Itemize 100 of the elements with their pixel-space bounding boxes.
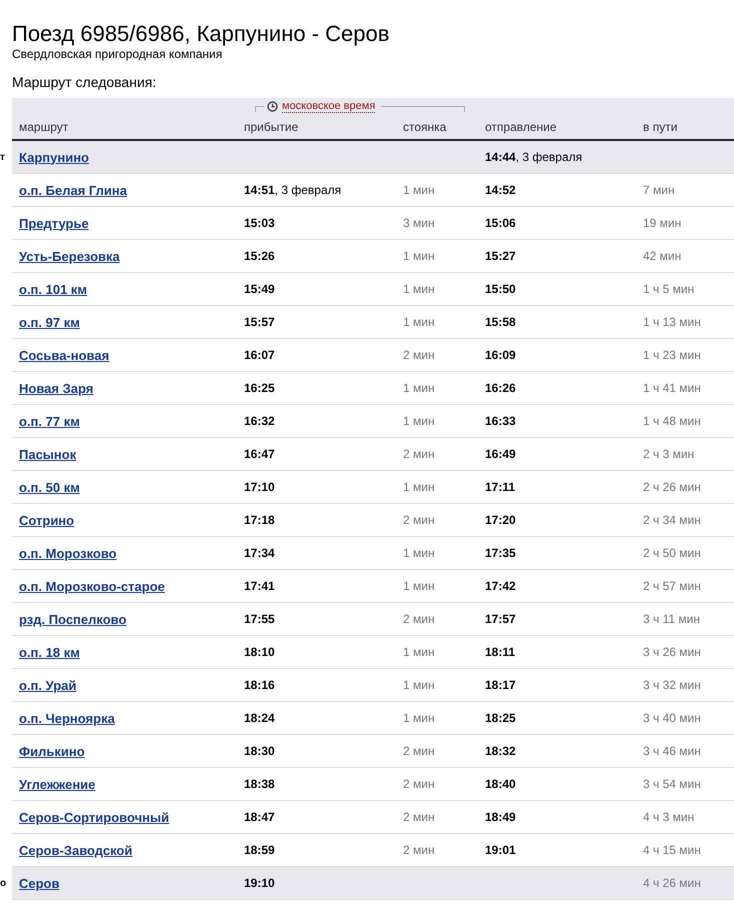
station-link[interactable]: Филькино xyxy=(19,744,85,758)
arrival-time: 19:10 xyxy=(244,876,275,890)
column-header: стоянка xyxy=(402,120,446,134)
stop-duration: 2 мин xyxy=(403,744,435,758)
stop-duration: 2 мин xyxy=(403,513,435,527)
stop-duration: 1 мин xyxy=(403,678,435,692)
stop-duration: 1 мин xyxy=(403,315,435,329)
departure-time: 17:57 xyxy=(485,612,516,626)
column-header: прибытие xyxy=(243,120,298,134)
travel-time: 3 ч 40 мин xyxy=(643,711,701,725)
stop-duration: 1 мин xyxy=(403,579,435,593)
travel-time: 4 ч 15 мин xyxy=(643,843,701,857)
arrival-time: 16:07 xyxy=(244,348,275,362)
stop-duration: 1 мин xyxy=(403,414,435,428)
departure-time: 17:11 xyxy=(485,480,516,494)
travel-time: 7 мин xyxy=(643,183,675,197)
station-link[interactable]: о.п. Морозково-старое xyxy=(19,578,165,594)
arrival-time: 16:25 xyxy=(244,381,275,395)
station-link[interactable]: Сосьва-новая xyxy=(19,348,110,362)
station-link[interactable]: о.п. 97 км xyxy=(19,314,80,330)
arrival-time: 17:18 xyxy=(244,513,275,527)
station-link[interactable]: Усть-Березовка xyxy=(19,248,120,264)
travel-time: 3 ч 26 мин xyxy=(643,645,701,659)
stop-duration: 1 мин xyxy=(403,546,435,560)
departure-time: 15:06 xyxy=(485,216,516,230)
arrival-time: 18:59 xyxy=(244,843,275,857)
travel-time: 2 ч 3 мин xyxy=(643,447,694,461)
station-link[interactable]: Серов-Заводской xyxy=(19,842,132,858)
station-link[interactable]: Предтурье xyxy=(19,216,89,230)
arrival-time: 18:38 xyxy=(244,777,275,791)
station-link[interactable]: Пасынок xyxy=(19,446,76,462)
travel-time: 3 ч 11 мин xyxy=(643,612,700,626)
column-header: маршрут xyxy=(18,120,68,134)
travel-time: 4 ч 26 мин xyxy=(643,876,701,890)
arrival-time: 16:32 xyxy=(244,414,275,428)
travel-time: 4 ч 3 мин xyxy=(643,810,694,824)
station-link[interactable]: о.п. Морозково xyxy=(19,546,117,560)
arrival-time: 17:34 xyxy=(244,546,275,560)
departure-time: 16:09 xyxy=(485,348,516,362)
travel-time: 3 ч 32 мин xyxy=(643,678,701,692)
column-header: в пути xyxy=(642,120,678,134)
station-link[interactable]: Серов-Сортировочный xyxy=(19,810,170,824)
travel-time: 19 мин xyxy=(643,216,682,230)
departure-time: 15:58 xyxy=(485,315,516,329)
travel-time: 2 ч 34 мин xyxy=(643,513,701,527)
stop-duration: 1 мин xyxy=(403,249,435,263)
departure-time: 18:11 xyxy=(485,645,516,659)
stop-duration: 1 мин xyxy=(403,381,435,395)
stop-duration: 2 мин xyxy=(403,612,435,626)
travel-time: 2 ч 26 мин xyxy=(643,480,701,494)
station-link[interactable]: о.п. 101 км xyxy=(19,282,88,296)
travel-time: 1 ч 23 мин xyxy=(643,348,701,362)
page-title: Поезд 6985/6986, Карпунино - Серов xyxy=(11,20,390,47)
station-link[interactable]: о.п. 50 км xyxy=(19,480,80,494)
stop-duration: 1 мин xyxy=(403,711,435,725)
arrival-time: 15:57 xyxy=(244,315,275,329)
travel-time: 3 ч 46 мин xyxy=(643,744,701,758)
station-link[interactable]: о.п. Белая Глина xyxy=(19,182,127,198)
departure-time: 18:32 xyxy=(485,744,516,758)
departure-time: 17:20 xyxy=(485,513,516,527)
station-link[interactable]: Сотрино xyxy=(19,512,74,528)
arrival-time: 17:41 xyxy=(244,579,275,593)
station-link[interactable]: о.п. 77 км xyxy=(19,414,80,428)
travel-time: 1 ч 13 мин xyxy=(643,315,701,329)
stop-duration: 2 мин xyxy=(403,777,435,791)
departure-time: 15:27 xyxy=(485,249,516,263)
departure-time: 16:26 xyxy=(485,381,516,395)
arrival-time: 18:30 xyxy=(244,744,275,758)
stop-duration: 1 мин xyxy=(403,282,435,296)
station-link[interactable]: Серов xyxy=(19,876,60,890)
time-zone-link[interactable]: московское время xyxy=(282,100,376,113)
departure-time: 14:44, 3 февраля xyxy=(485,150,582,164)
departure-time: 18:40 xyxy=(485,777,516,791)
arrival-time: 17:10 xyxy=(244,480,275,494)
station-link[interactable]: рзд. Поспелково xyxy=(19,612,126,626)
departure-time: 15:50 xyxy=(485,282,516,296)
arrival-time: 16:47 xyxy=(244,447,275,461)
station-link[interactable]: Карпунино xyxy=(19,150,89,164)
stop-duration: 1 мин xyxy=(403,183,435,197)
departure-time: 18:49 xyxy=(485,810,516,824)
departure-time: 17:42 xyxy=(485,579,516,593)
travel-time: 2 ч 50 мин xyxy=(643,546,701,560)
cut-off-label: т xyxy=(0,152,5,163)
arrival-time: 17:55 xyxy=(244,612,275,626)
stop-duration: 2 мин xyxy=(403,447,435,461)
arrival-time: 15:26 xyxy=(244,249,275,263)
station-link[interactable]: Углежжение xyxy=(19,776,96,792)
departure-time: 14:52 xyxy=(485,183,516,197)
station-link[interactable]: Новая Заря xyxy=(19,380,94,396)
departure-time: 17:35 xyxy=(485,546,516,560)
company-name: Свердловская пригородная компания xyxy=(11,47,224,61)
station-link[interactable]: о.п. 18 км xyxy=(19,644,80,660)
station-link[interactable]: о.п. Черноярка xyxy=(19,710,115,726)
arrival-time: 18:16 xyxy=(244,678,275,692)
arrival-time: 18:10 xyxy=(244,645,275,659)
cut-off-label: о xyxy=(0,878,6,889)
arrival-time: 18:47 xyxy=(244,810,275,824)
travel-time: 1 ч 41 мин xyxy=(643,381,701,395)
departure-time: 19:01 xyxy=(485,843,516,857)
station-link[interactable]: о.п. Урай xyxy=(19,678,76,692)
